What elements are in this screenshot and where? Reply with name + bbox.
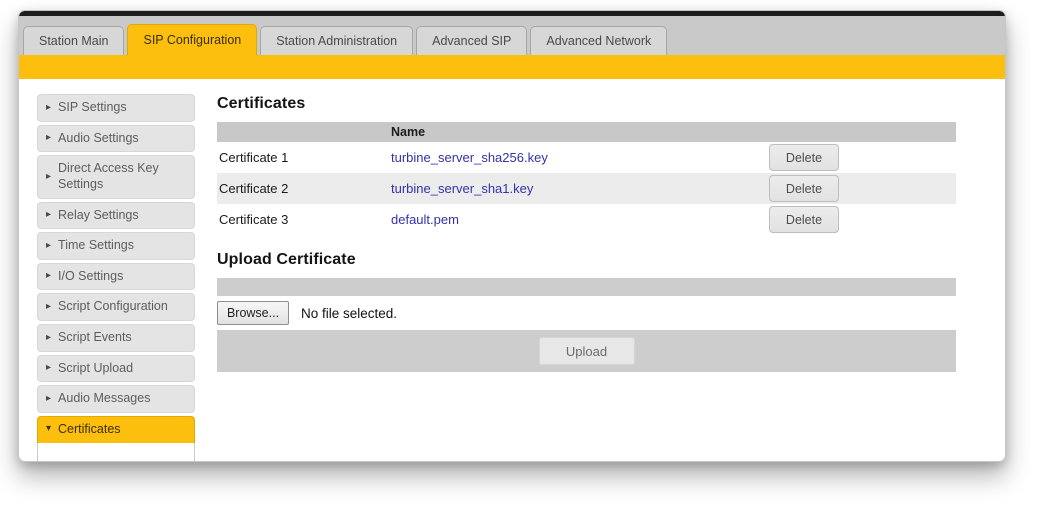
sidebar-item-label: Certificates	[58, 421, 121, 436]
certificate-label: Certificate 2	[219, 181, 289, 196]
tab-sip-configuration[interactable]: SIP Configuration	[127, 24, 258, 55]
chevron-right-icon: ▸	[46, 132, 52, 144]
sidebar-item-certificates[interactable]: ▾ Certificates	[37, 415, 195, 443]
sidebar-item-script-configuration[interactable]: ▸ Script Configuration	[37, 293, 195, 321]
upload-button[interactable]: Upload	[538, 337, 635, 365]
upload-action-bar: Upload	[217, 330, 956, 372]
sidebar-item-label: Audio Settings	[58, 130, 139, 145]
sidebar-item-label: Script Events	[58, 330, 132, 344]
sidebar-item-label: Relay Settings	[58, 207, 139, 222]
chevron-right-icon: ▸	[46, 300, 52, 312]
tab-advanced-sip[interactable]: Advanced SIP	[416, 26, 528, 55]
chevron-right-icon: ▸	[46, 270, 52, 282]
sidebar-item-direct-access-key-settings[interactable]: ▸ Direct Access Key Settings	[37, 155, 195, 199]
tab-station-administration[interactable]: Station Administration	[260, 26, 414, 55]
upload-section-header-bar	[217, 278, 956, 296]
sidebar-item-label: Script Upload	[58, 360, 134, 375]
chevron-right-icon: ▸	[46, 101, 52, 113]
sidebar-item-label: Audio Messages	[58, 391, 151, 406]
accent-bar	[19, 55, 1005, 79]
sidebar-item-label: Time Settings	[58, 238, 134, 253]
chevron-right-icon: ▸	[46, 331, 52, 343]
main-tab-bar: Station Main SIP Configuration Station A…	[19, 16, 1005, 55]
sidebar-item-script-upload[interactable]: ▸ Script Upload	[37, 354, 195, 383]
sidebar-item-audio-messages[interactable]: ▸ Audio Messages	[37, 385, 195, 413]
main-panel: Certificates Name Certificate 1 turbine_…	[217, 95, 956, 372]
sidebar-item-script-events[interactable]: ▸ Script Events	[37, 324, 195, 352]
content-area: ▸ SIP Settings ▸ Audio Settings ▸ Direct…	[19, 79, 1005, 461]
sidebar-item-label: Script Configuration	[58, 299, 168, 314]
sidebar-item-label: SIP Settings	[58, 100, 127, 114]
sidebar-item-label: Direct Access Key Settings	[58, 161, 159, 191]
delete-button[interactable]: Delete	[769, 144, 839, 171]
sidebar-item-io-settings[interactable]: ▸ I/O Settings	[37, 262, 195, 291]
file-input-row: Browse... No file selected.	[217, 300, 956, 326]
certificate-file-link[interactable]: default.pem	[391, 212, 459, 227]
tab-station-main[interactable]: Station Main	[23, 26, 125, 55]
chevron-right-icon: ▸	[46, 209, 52, 221]
sidebar-item-label: I/O Settings	[58, 268, 124, 283]
table-row: Certificate 3 default.pem Delete	[217, 204, 956, 235]
tab-advanced-network[interactable]: Advanced Network	[530, 26, 668, 55]
table-header-row: Name	[217, 122, 956, 142]
browse-button[interactable]: Browse...	[217, 301, 289, 325]
table-row: Certificate 2 turbine_server_sha1.key De…	[217, 173, 956, 204]
chevron-right-icon: ▸	[46, 362, 52, 374]
sidebar-item-time-settings[interactable]: ▸ Time Settings	[37, 232, 195, 260]
sidebar-item-relay-settings[interactable]: ▸ Relay Settings	[37, 201, 195, 230]
chevron-down-icon: ▾	[46, 423, 52, 435]
sidebar-item-audio-settings[interactable]: ▸ Audio Settings	[37, 124, 195, 153]
certificate-label: Certificate 1	[219, 150, 289, 165]
chevron-right-icon: ▸	[46, 239, 52, 251]
sidebar-item-sip-settings[interactable]: ▸ SIP Settings	[37, 94, 195, 122]
delete-button[interactable]: Delete	[769, 175, 839, 202]
delete-button[interactable]: Delete	[769, 206, 839, 233]
certificate-label: Certificate 3	[219, 212, 289, 227]
app-window: Station Main SIP Configuration Station A…	[18, 10, 1006, 462]
certificates-table: Name Certificate 1 turbine_server_sha256…	[217, 122, 956, 235]
certificate-file-link[interactable]: turbine_server_sha256.key	[391, 150, 548, 165]
chevron-right-icon: ▸	[46, 392, 52, 404]
sidebar-nav: ▸ SIP Settings ▸ Audio Settings ▸ Direct…	[37, 94, 195, 461]
column-header-name: Name	[391, 125, 426, 139]
certificates-heading: Certificates	[217, 95, 306, 112]
table-row: Certificate 1 turbine_server_sha256.key …	[217, 142, 956, 173]
file-selection-status: No file selected.	[301, 305, 398, 321]
upload-certificate-heading: Upload Certificate	[217, 251, 356, 268]
certificate-file-link[interactable]: turbine_server_sha1.key	[391, 181, 533, 196]
chevron-right-icon: ▸	[46, 170, 52, 182]
certificates-accordion-panel	[37, 442, 195, 461]
